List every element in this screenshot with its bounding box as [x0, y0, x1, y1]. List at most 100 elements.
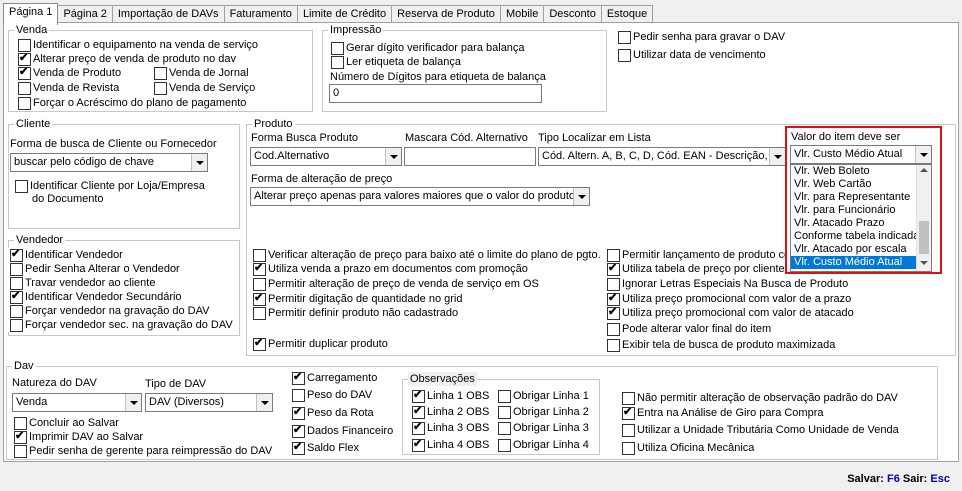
promocional-atacado-checkbox[interactable]: Utiliza preço promocional com valor de a… — [605, 306, 854, 320]
chevron-down-icon[interactable] — [573, 188, 589, 205]
dav-group-title: Dav — [12, 359, 36, 373]
chevron-down-icon[interactable] — [125, 394, 141, 411]
venda-revista-checkbox[interactable]: Venda de Revista — [16, 81, 120, 95]
concluir-salvar-checkbox[interactable]: Concluir ao Salvar — [12, 416, 119, 430]
lancamento-produto-checkbox[interactable]: Permitir lançamento de produto com — [605, 248, 785, 262]
dropdown-option[interactable]: Vlr. para Funcionário — [791, 204, 931, 217]
venda-jornal-checkbox[interactable]: Venda de Jornal — [152, 66, 249, 80]
num-digitos-input[interactable]: 0 — [329, 84, 542, 103]
alterar-valor-final-checkbox[interactable]: Pode alterar valor final do item — [605, 322, 772, 336]
tipo-dav-label: Tipo de DAV — [145, 378, 207, 390]
peso-rota-checkbox[interactable]: Peso da Rota — [290, 406, 374, 420]
linha-3-obs-checkbox[interactable]: Linha 3 OBS — [410, 421, 490, 435]
observacoes-group-title: Observações — [408, 372, 477, 386]
digitacao-quantidade-checkbox[interactable]: Permitir digitação de quantidade no grid — [251, 292, 463, 306]
identificar-equipamento-checkbox[interactable]: Identificar o equipamento na venda de se… — [16, 38, 259, 52]
valor-item-label: Valor do item deve ser — [791, 131, 901, 143]
dropdown-option[interactable]: Vlr. Web Boleto — [791, 165, 931, 178]
forcar-vendedor-checkbox[interactable]: Forçar vendedor na gravação do DAV — [8, 304, 210, 318]
shortcut-hint: Salvar: F6 Sair: Esc — [847, 473, 950, 485]
cliente-forma-busca-value: buscar pelo código de chave — [14, 156, 155, 168]
natureza-dav-label: Natureza do DAV — [12, 377, 97, 389]
unidade-tributaria-checkbox[interactable]: Utilizar a Unidade Tributária Como Unida… — [620, 423, 899, 437]
dropdown-option[interactable]: Vlr. Atacado por escala — [791, 243, 931, 256]
tab-pagina-1[interactable]: Página 1 — [3, 3, 59, 25]
cliente-forma-busca-label: Forma de busca de Cliente ou Fornecedor — [10, 138, 217, 150]
chevron-down-icon[interactable] — [385, 148, 401, 165]
venda-prazo-promocao-checkbox[interactable]: Utiliza venda a prazo em documentos com … — [251, 262, 528, 276]
impressao-group-title: Impressão — [328, 23, 384, 37]
scroll-down-icon[interactable] — [920, 261, 928, 265]
chevron-down-icon[interactable] — [769, 148, 785, 165]
tab-strip: Página 1 Página 2 Importação de DAVs Fat… — [3, 3, 654, 25]
natureza-dav-value: Venda — [16, 396, 48, 408]
venda-produto-checkbox[interactable]: Venda de Produto — [16, 66, 122, 80]
valor-item-value: Vlr. Custo Médio Atual — [794, 148, 903, 160]
tipo-localizar-label: Tipo Localizar em Lista — [538, 132, 651, 144]
valor-item-select[interactable]: Vlr. Custo Médio Atual — [790, 145, 932, 164]
dropdown-option[interactable]: Vlr. Web Cartão — [791, 178, 931, 191]
obrigar-linha-3-checkbox[interactable]: Obrigar Linha 3 — [496, 421, 589, 435]
tipo-localizar-select[interactable]: Cód. Altern. A, B, C, D, Cód. EAN - Desc… — [538, 147, 786, 166]
oficina-mecanica-checkbox[interactable]: Utiliza Oficina Mecânica — [620, 441, 755, 455]
utilizar-data-vencimento-checkbox[interactable]: Utilizar data de vencimento — [616, 48, 766, 62]
alteracao-preco-servico-checkbox[interactable]: Permitir alteração de preço de venda de … — [251, 277, 539, 291]
promocional-prazo-checkbox[interactable]: Utiliza preço promocional com valor de a… — [605, 292, 852, 306]
forcar-vendedor-sec-checkbox[interactable]: Forçar vendedor sec. na gravação do DAV — [8, 318, 233, 332]
mascara-input[interactable] — [404, 147, 536, 166]
verificar-alteracao-checkbox[interactable]: Verificar alteração de preço para baixo … — [251, 248, 601, 262]
forma-alteracao-select[interactable]: Alterar preço apenas para valores maiore… — [250, 187, 590, 206]
pedir-senha-gravar-checkbox[interactable]: Pedir senha para gravar o DAV — [616, 30, 786, 44]
forma-busca-produto-label: Forma Busca Produto — [251, 132, 358, 144]
chevron-down-icon[interactable] — [256, 394, 272, 411]
dados-financeiro-checkbox[interactable]: Dados Financeiro — [290, 424, 394, 438]
definir-produto-nao-cadastrado-checkbox[interactable]: Permitir definir produto não cadastrado — [251, 306, 459, 320]
venda-servico-checkbox[interactable]: Venda de Serviço — [152, 81, 256, 95]
chevron-down-icon[interactable] — [191, 154, 207, 171]
permitir-duplicar-checkbox[interactable]: Permitir duplicar produto — [251, 337, 388, 351]
status-bar: Salvar: F6 Sair: Esc — [0, 463, 962, 491]
identificar-vendedor-checkbox[interactable]: Identificar Vendedor — [8, 248, 123, 262]
num-digitos-label: Número de Dígitos para etiqueta de balan… — [330, 71, 546, 83]
venda-group-title: Venda — [14, 23, 50, 37]
analise-giro-checkbox[interactable]: Entra na Análise de Giro para Compra — [620, 406, 824, 420]
busca-maximizada-checkbox[interactable]: Exibir tela de busca de produto maximiza… — [605, 338, 836, 352]
linha-1-obs-checkbox[interactable]: Linha 1 OBS — [410, 389, 490, 403]
vendedor-secundario-checkbox[interactable]: Identificar Vendedor Secundário — [8, 290, 182, 304]
pedir-senha-vendedor-checkbox[interactable]: Pedir Senha Alterar o Vendedor — [8, 262, 180, 276]
pedir-senha-gerente-checkbox[interactable]: Pedir senha de gerente para reimpressão … — [12, 444, 273, 458]
valor-item-dropdown-list[interactable]: Vlr. Web Boleto Vlr. Web Cartão Vlr. par… — [790, 164, 932, 272]
forcar-acrescimo-checkbox[interactable]: Forçar o Acréscimo do plano de pagamento — [16, 96, 247, 110]
obrigar-linha-2-checkbox[interactable]: Obrigar Linha 2 — [496, 405, 589, 419]
tipo-dav-select[interactable]: DAV (Diversos) — [145, 393, 273, 412]
linha-2-obs-checkbox[interactable]: Linha 2 OBS — [410, 405, 490, 419]
gerar-digito-checkbox[interactable]: Gerar dígito verificador para balança — [329, 41, 525, 55]
dropdown-option[interactable]: Vlr. para Representante — [791, 191, 931, 204]
identificar-cliente-loja-checkbox[interactable]: Identificar Cliente por Loja/Empresa — [13, 179, 205, 193]
saldo-flex-checkbox[interactable]: Saldo Flex — [290, 441, 359, 455]
dropdown-option[interactable]: Vlr. Atacado Prazo — [791, 217, 931, 230]
ler-etiqueta-checkbox[interactable]: Ler etiqueta de balança — [329, 55, 461, 69]
peso-dav-checkbox[interactable]: Peso do DAV — [290, 388, 373, 402]
ignorar-letras-checkbox[interactable]: Ignorar Letras Especiais Na Busca de Pro… — [605, 277, 849, 291]
forma-busca-produto-select[interactable]: Cod.Alternativo — [250, 147, 402, 166]
alterar-preco-checkbox[interactable]: Alterar preço de venda de produto no dav — [16, 52, 237, 66]
dropdown-option[interactable]: Conforme tabela indicada — [791, 230, 931, 243]
scroll-thumb[interactable] — [919, 221, 929, 254]
tipo-localizar-value: Cód. Altern. A, B, C, D, Cód. EAN - Desc… — [542, 150, 768, 162]
dropdown-option-selected[interactable]: Vlr. Custo Médio Atual — [791, 256, 931, 269]
travar-vendedor-checkbox[interactable]: Travar vendedor ao cliente — [8, 276, 156, 290]
tabela-preco-cliente-checkbox[interactable]: Utiliza tabela de preço por cliente — [605, 262, 785, 276]
natureza-dav-select[interactable]: Venda — [12, 393, 142, 412]
obrigar-linha-1-checkbox[interactable]: Obrigar Linha 1 — [496, 389, 589, 403]
dropdown-scrollbar[interactable] — [916, 165, 931, 271]
imprimir-dav-checkbox[interactable]: Imprimir DAV ao Salvar — [12, 430, 144, 444]
cliente-forma-busca-select[interactable]: buscar pelo código de chave — [10, 153, 208, 172]
chevron-down-icon[interactable] — [915, 146, 931, 163]
nao-permitir-alteracao-obs-checkbox[interactable]: Não permitir alteração de observação pad… — [620, 391, 898, 405]
salvar-label: Salvar: — [847, 473, 884, 485]
scroll-up-icon[interactable] — [920, 168, 928, 172]
carregamento-checkbox[interactable]: Carregamento — [290, 371, 378, 385]
obrigar-linha-4-checkbox[interactable]: Obrigar Linha 4 — [496, 438, 589, 452]
linha-4-obs-checkbox[interactable]: Linha 4 OBS — [410, 438, 490, 452]
